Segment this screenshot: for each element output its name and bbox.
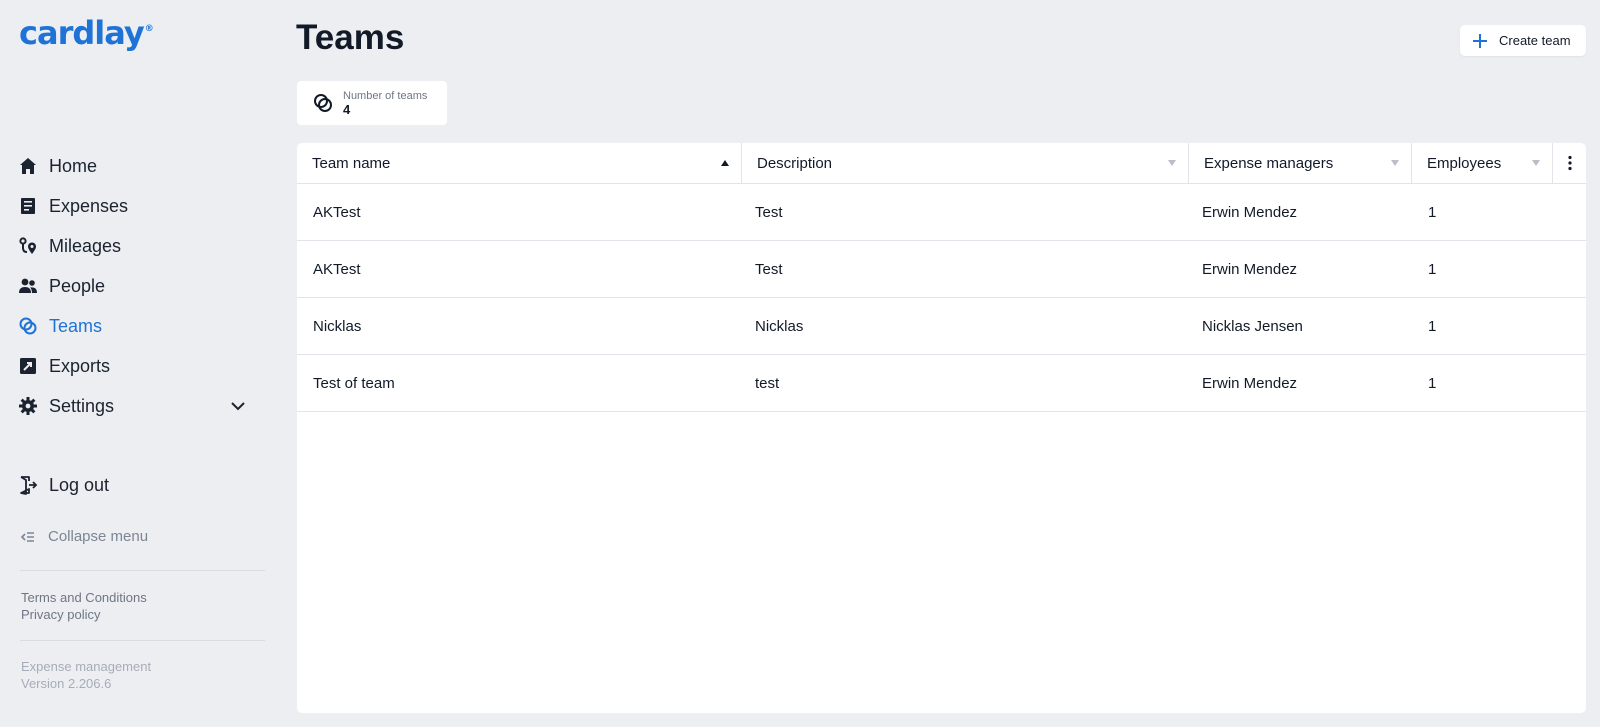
cell-employees: 1 [1428, 374, 1437, 392]
sidebar: cardlay® Home Expenses Mileages People T… [0, 0, 286, 727]
sidebar-item-exports[interactable]: Exports [0, 346, 286, 386]
table-header: Team name Description Expense managers E… [297, 143, 1586, 184]
legal-links: Terms and Conditions Privacy policy [21, 589, 147, 623]
column-header-team-name[interactable]: Team name [297, 143, 742, 183]
cell-team-name: AKTest [313, 203, 361, 221]
sidebar-divider [20, 570, 265, 571]
sidebar-item-settings[interactable]: Settings [0, 386, 286, 426]
cell-description: Nicklas [755, 317, 804, 335]
export-icon [18, 356, 38, 376]
sidebar-item-mileages[interactable]: Mileages [0, 226, 286, 266]
cell-description: Test [755, 260, 783, 278]
cell-description: test [755, 374, 780, 392]
sidebar-item-label: Settings [49, 395, 115, 416]
version-number: Version 2.206.6 [21, 676, 112, 691]
collapse-icon [20, 531, 34, 542]
cell-expense-managers: Nicklas Jensen [1202, 317, 1303, 335]
logout-label: Log out [49, 474, 110, 495]
sidebar-item-label: Expenses [49, 195, 129, 216]
cell-description: Test [755, 203, 783, 221]
kebab-menu-icon [1567, 155, 1572, 171]
cell-employees: 1 [1428, 260, 1437, 278]
sidebar-item-teams[interactable]: Teams [0, 306, 286, 346]
product-name: Expense management [21, 659, 152, 674]
teams-icon [314, 94, 332, 112]
collapse-label: Collapse menu [48, 528, 149, 545]
sidebar-item-label: People [49, 275, 106, 296]
column-header-label: Employees [1427, 154, 1502, 172]
logout-button[interactable]: Log out [0, 465, 286, 505]
table-row[interactable]: Nicklas Nicklas Nicklas Jensen 1 [297, 298, 1586, 355]
sidebar-item-label: Home [49, 155, 98, 176]
table-row[interactable]: Test of team test Erwin Mendez 1 [297, 355, 1586, 412]
version-info: Expense management Version 2.206.6 [21, 658, 151, 692]
cell-employees: 1 [1428, 317, 1437, 335]
stat-value: 4 [343, 101, 351, 117]
table-row[interactable]: AKTest Test Erwin Mendez 1 [297, 241, 1586, 298]
teams-icon [18, 316, 38, 336]
column-header-expense-managers[interactable]: Expense managers [1189, 143, 1412, 183]
create-team-label: Create team [1499, 33, 1571, 48]
table-row[interactable]: AKTest Test Erwin Mendez 1 [297, 184, 1586, 241]
sidebar-item-expenses[interactable]: Expenses [0, 186, 286, 226]
number-of-teams-card: Number of teams 4 [297, 81, 447, 125]
cell-employees: 1 [1428, 203, 1437, 221]
column-header-label: Team name [312, 154, 391, 172]
cell-team-name: AKTest [313, 260, 361, 278]
cell-team-name: Test of team [313, 374, 395, 392]
create-team-button[interactable]: Create team [1460, 25, 1586, 56]
plus-icon [1473, 33, 1487, 48]
sort-descending-icon [1532, 160, 1540, 166]
receipt-icon [18, 196, 38, 216]
logout-icon [18, 475, 38, 495]
sort-descending-icon [1391, 160, 1399, 166]
privacy-link[interactable]: Privacy policy [21, 606, 147, 623]
column-header-description[interactable]: Description [742, 143, 1189, 183]
sidebar-item-label: Teams [49, 315, 103, 336]
sidebar-item-people[interactable]: People [0, 266, 286, 306]
route-pin-icon [18, 236, 38, 256]
cell-team-name: Nicklas [313, 317, 362, 335]
collapse-menu-button[interactable]: Collapse menu [20, 528, 148, 545]
cell-expense-managers: Erwin Mendez [1202, 203, 1298, 221]
sidebar-item-home[interactable]: Home [0, 146, 286, 186]
sort-ascending-icon [721, 160, 729, 166]
cell-expense-managers: Erwin Mendez [1202, 374, 1298, 392]
column-header-employees[interactable]: Employees [1412, 143, 1553, 183]
cell-expense-managers: Erwin Mendez [1202, 260, 1298, 278]
sidebar-divider [20, 640, 265, 641]
gear-icon [18, 396, 38, 416]
column-header-label: Expense managers [1204, 154, 1334, 172]
stat-label: Number of teams [343, 89, 428, 102]
column-header-label: Description [757, 154, 833, 172]
home-icon [18, 156, 38, 176]
chevron-down-icon[interactable] [229, 397, 247, 415]
teams-table: Team name Description Expense managers E… [297, 143, 1586, 713]
page-title: Teams [296, 18, 405, 57]
terms-link[interactable]: Terms and Conditions [21, 589, 147, 606]
sort-descending-icon [1168, 160, 1176, 166]
cardlay-logo[interactable]: cardlay® [19, 14, 154, 52]
logout-section: Log out [0, 465, 286, 505]
sidebar-nav: Home Expenses Mileages People Teams Expo… [0, 146, 286, 426]
column-menu-button[interactable] [1553, 143, 1586, 183]
sidebar-item-label: Mileages [49, 235, 122, 256]
people-icon [18, 276, 38, 296]
sidebar-item-label: Exports [49, 355, 111, 376]
